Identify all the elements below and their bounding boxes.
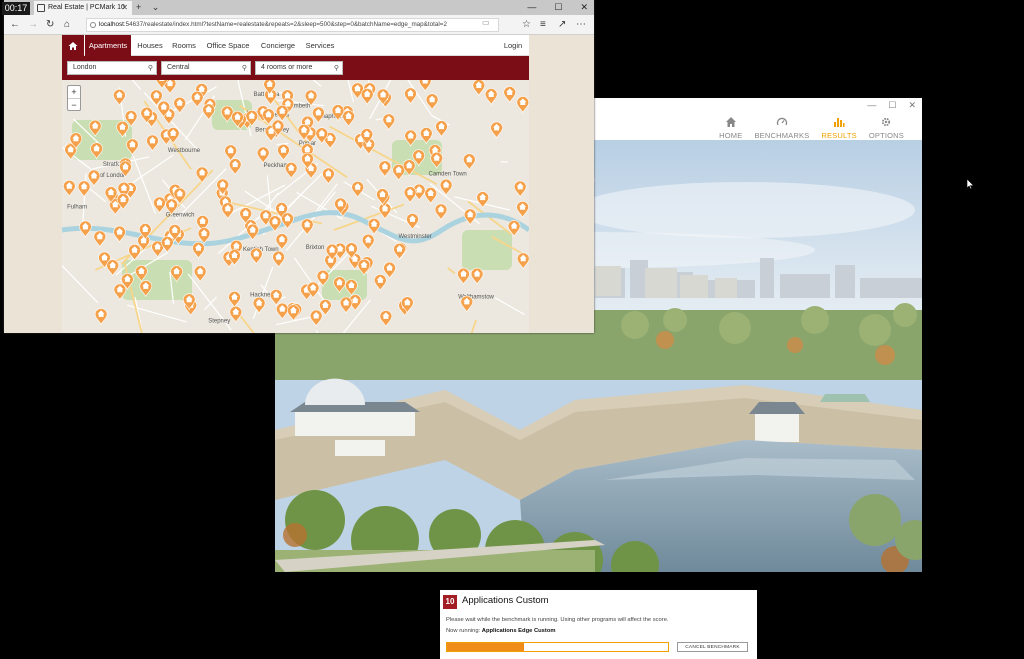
nav-home-button[interactable] bbox=[62, 35, 84, 56]
home-icon[interactable]: ⌂ bbox=[64, 18, 70, 32]
favorite-star-icon[interactable]: ☆ bbox=[522, 18, 531, 32]
map[interactable]: + − HackneyIslingtonCamden TownWestbourn… bbox=[62, 80, 529, 333]
pcmark-nav: HOME BENCHMARKS RESULTS OPTIONS bbox=[719, 116, 904, 140]
home-icon bbox=[725, 117, 736, 127]
nav-benchmarks-label: BENCHMARKS bbox=[754, 131, 810, 140]
refresh-icon[interactable]: ↻ bbox=[46, 18, 54, 32]
map-canvas: HackneyIslingtonCamden TownWestbourneCit… bbox=[62, 80, 529, 333]
browser-window: Real Estate | PCMark 10 ✕ + ⌄ — ☐ ✕ ← → … bbox=[4, 0, 594, 333]
back-icon[interactable]: ← bbox=[10, 18, 20, 32]
address-host: localhost bbox=[99, 21, 124, 28]
benchmark-progress-bar bbox=[446, 642, 669, 652]
place-label: Peckham bbox=[264, 163, 289, 169]
place-label: Greenwich bbox=[166, 213, 195, 219]
benchmark-title: Applications Custom bbox=[462, 595, 549, 606]
reading-view-icon[interactable]: ▭ bbox=[482, 18, 490, 27]
close-button[interactable]: ✕ bbox=[580, 0, 588, 15]
benchmark-dialog: 10 Applications Custom Please wait while… bbox=[440, 590, 757, 659]
minimize-button[interactable]: — bbox=[527, 0, 536, 15]
cursor-icon bbox=[966, 178, 975, 190]
rooms-field[interactable]: 4 rooms or more ⚲ bbox=[255, 61, 343, 75]
nav-services[interactable]: Services bbox=[304, 35, 336, 56]
now-running-label: Now running: bbox=[446, 628, 481, 634]
site-nav: Apartments Houses Rooms Office Space Con… bbox=[62, 35, 529, 56]
gear-icon bbox=[882, 117, 891, 127]
nav-home-label: HOME bbox=[719, 131, 743, 140]
place-label: Camden Town bbox=[429, 171, 467, 177]
close-button[interactable]: ✕ bbox=[908, 100, 916, 111]
nav-results[interactable]: RESULTS bbox=[821, 116, 857, 140]
home-icon bbox=[68, 41, 78, 50]
browser-toolbar: ← → ↻ ⌂ localhost:54637/realestate/index… bbox=[4, 15, 594, 35]
nav-office-space[interactable]: Office Space bbox=[204, 35, 252, 56]
rooms-value: 4 rooms or more bbox=[261, 64, 313, 71]
city-field[interactable]: London ⚲ bbox=[67, 61, 157, 75]
district-value: Central bbox=[167, 64, 190, 71]
nav-results-label: RESULTS bbox=[821, 131, 857, 140]
pcmark-window-controls: — ☐ ✕ bbox=[867, 100, 916, 111]
search-bar: London ⚲ Central ⚲ 4 rooms or more ⚲ bbox=[62, 56, 529, 80]
gauge-icon bbox=[776, 117, 788, 126]
search-icon: ⚲ bbox=[241, 65, 247, 72]
real-estate-site: Apartments Houses Rooms Office Space Con… bbox=[62, 35, 529, 333]
favorites-list-icon[interactable]: ≡ bbox=[540, 18, 546, 32]
tab-menu-button[interactable]: ⌄ bbox=[152, 2, 160, 12]
tab-actions: + ⌄ bbox=[136, 0, 159, 15]
nav-options-label: OPTIONS bbox=[868, 131, 904, 140]
info-icon bbox=[90, 22, 96, 28]
search-icon: ⚲ bbox=[147, 65, 153, 72]
place-label: Stepney bbox=[208, 319, 230, 325]
minimize-button[interactable]: — bbox=[867, 100, 876, 111]
tab-title: Real Estate | PCMark 10 bbox=[48, 4, 125, 11]
city-value: London bbox=[73, 64, 97, 71]
browser-tab[interactable]: Real Estate | PCMark 10 ✕ bbox=[34, 1, 132, 15]
benchmark-message: Please wait while the benchmark is runni… bbox=[446, 617, 669, 623]
cancel-benchmark-button[interactable]: CANCEL BENCHMARK bbox=[677, 642, 748, 652]
tab-close-button[interactable]: ✕ bbox=[121, 1, 128, 15]
tab-bar: Real Estate | PCMark 10 ✕ + ⌄ — ☐ ✕ bbox=[4, 0, 594, 15]
bar-chart-icon bbox=[834, 118, 845, 127]
maximize-button[interactable]: ☐ bbox=[554, 0, 562, 15]
street bbox=[500, 161, 509, 163]
page-icon bbox=[37, 4, 45, 12]
house-icon bbox=[421, 80, 429, 84]
nav-rooms[interactable]: Rooms bbox=[170, 35, 198, 56]
house-icon bbox=[159, 80, 165, 81]
nav-apartments[interactable]: Apartments bbox=[85, 35, 131, 56]
now-running-value: Applications Edge Custom bbox=[481, 628, 556, 634]
nav-options[interactable]: OPTIONS bbox=[869, 116, 904, 140]
nav-benchmarks[interactable]: BENCHMARKS bbox=[754, 116, 809, 140]
nav-concierge[interactable]: Concierge bbox=[258, 35, 298, 56]
address-bar[interactable]: localhost:54637/realestate/index.html?te… bbox=[86, 18, 499, 32]
zoom-control: + − bbox=[67, 85, 81, 111]
now-running: Now running: Applications Edge Custom bbox=[446, 628, 556, 634]
place-label: Westminster bbox=[399, 234, 432, 240]
zoom-out-button[interactable]: − bbox=[68, 98, 80, 110]
browser-window-controls: — ☐ ✕ bbox=[527, 0, 588, 15]
place-label: Fulham bbox=[67, 205, 87, 211]
timer-badge: 00:17 bbox=[2, 2, 30, 15]
nav-houses[interactable]: Houses bbox=[134, 35, 166, 56]
more-icon[interactable]: ⋯ bbox=[576, 18, 586, 32]
share-icon[interactable]: ↗ bbox=[558, 18, 566, 32]
address-path: :54637/realestate/index.html?testName=re… bbox=[123, 21, 447, 28]
zoom-in-button[interactable]: + bbox=[68, 86, 80, 98]
place-label: Westbourne bbox=[168, 148, 201, 154]
new-tab-button[interactable]: + bbox=[136, 2, 141, 12]
place-label: Brixton bbox=[306, 245, 325, 251]
maximize-button[interactable]: ☐ bbox=[888, 100, 896, 111]
park-area bbox=[462, 230, 512, 270]
pcmark-logo: 10 bbox=[443, 595, 457, 609]
forward-icon[interactable]: → bbox=[28, 18, 38, 32]
search-icon: ⚲ bbox=[333, 65, 339, 72]
benchmark-progress-fill bbox=[447, 643, 525, 651]
nav-home[interactable]: HOME bbox=[719, 116, 742, 140]
login-link[interactable]: Login bbox=[502, 35, 524, 56]
district-field[interactable]: Central ⚲ bbox=[161, 61, 251, 75]
